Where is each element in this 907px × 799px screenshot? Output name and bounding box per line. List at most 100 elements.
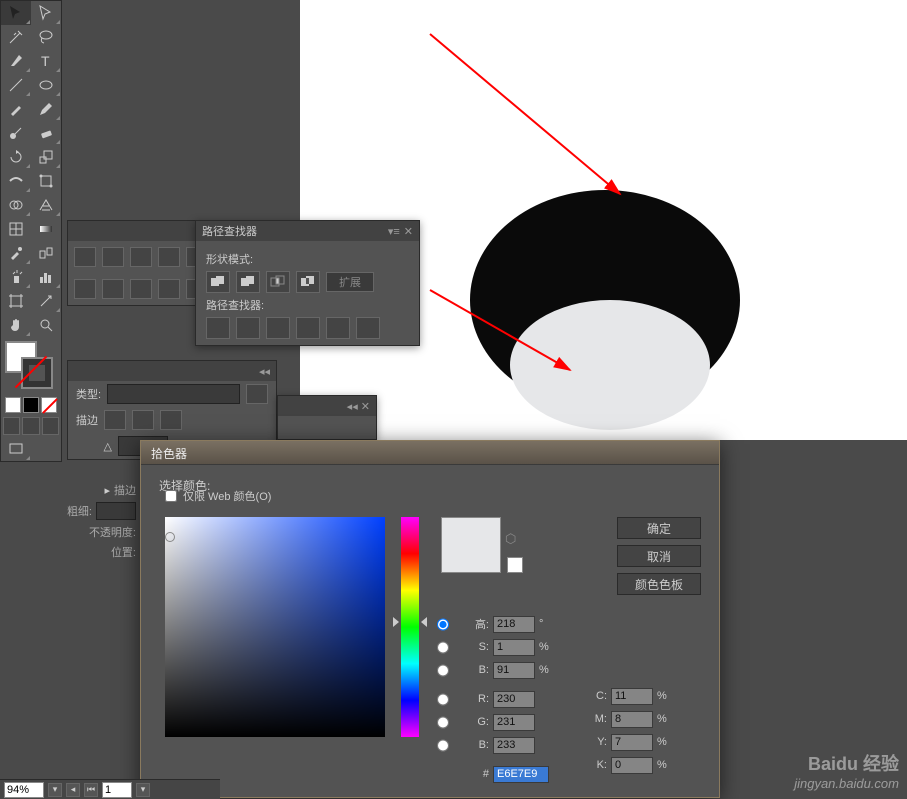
swatches-button[interactable]: 颜色色板 [617,573,701,595]
distribute-4[interactable] [158,279,180,299]
free-transform-tool[interactable] [31,169,61,193]
zoom-input[interactable] [4,782,44,798]
blend-tool[interactable] [31,241,61,265]
page-input[interactable] [102,782,132,798]
align-top[interactable] [158,247,180,267]
color-field[interactable] [165,517,385,737]
draw-normal[interactable] [3,417,20,435]
color-marker[interactable] [165,532,175,542]
type-dropdown[interactable] [107,384,240,404]
fill-stroke-swatches[interactable] [1,337,61,395]
hand-tool[interactable] [1,313,31,337]
r-radio[interactable] [437,693,449,706]
distribute-3[interactable] [130,279,152,299]
pen-tool[interactable] [1,49,31,73]
blob-brush-tool[interactable] [1,121,31,145]
color-mode[interactable] [5,397,21,413]
selection-tool[interactable] [1,1,31,25]
web-only-checkbox[interactable] [165,490,177,502]
align-hcenter[interactable] [102,247,124,267]
divide-button[interactable] [206,317,230,339]
c-input[interactable] [611,688,653,705]
stroke-cap-3[interactable] [160,410,182,430]
direct-selection-tool[interactable] [31,1,61,25]
h-input[interactable] [493,616,535,633]
zoom-dropdown[interactable]: ▾ [48,783,62,797]
cube-icon[interactable]: ⬡ [505,531,516,547]
pencil-tool[interactable] [31,97,61,121]
page-first[interactable]: ⏮ [84,783,98,797]
type-menu[interactable] [246,384,268,404]
stroke-cap-2[interactable] [132,410,154,430]
draw-behind[interactable] [22,417,39,435]
mesh-tool[interactable] [1,217,31,241]
hue-handle-left[interactable] [393,617,399,627]
page-prev[interactable]: ◂ [66,783,80,797]
s-radio[interactable] [437,641,449,654]
hue-handle-right[interactable] [421,617,427,627]
perspective-grid-tool[interactable] [31,193,61,217]
paintbrush-tool[interactable] [1,97,31,121]
distribute-1[interactable] [74,279,96,299]
cancel-button[interactable]: 取消 [617,545,701,567]
slice-tool[interactable] [31,289,61,313]
trim-button[interactable] [236,317,260,339]
symbol-sprayer-tool[interactable] [1,265,31,289]
gradient-tool[interactable] [31,217,61,241]
s-input[interactable] [493,639,535,656]
screen-mode[interactable] [1,437,31,461]
stroke-cap-1[interactable] [104,410,126,430]
line-tool[interactable] [1,73,31,97]
k-input[interactable] [611,757,653,774]
distribute-2[interactable] [102,279,124,299]
hue-slider[interactable] [401,517,419,737]
stroke-swatch[interactable] [21,357,53,389]
b-input[interactable] [493,662,535,679]
outline-button[interactable] [326,317,350,339]
zoom-tool[interactable] [31,313,61,337]
hex-input[interactable] [493,766,549,783]
ok-button[interactable]: 确定 [617,517,701,539]
lasso-tool[interactable] [31,25,61,49]
shape-builder-tool[interactable] [1,193,31,217]
align-right[interactable] [130,247,152,267]
weight-input[interactable] [96,502,136,520]
panel-menu-icon[interactable]: ▾≡ [388,225,400,238]
column-graph-tool[interactable] [31,265,61,289]
align-left[interactable] [74,247,96,267]
g-input[interactable] [493,714,535,731]
minus-back-button[interactable] [356,317,380,339]
none-mode[interactable] [41,397,57,413]
pathfinder-tab[interactable]: 路径查找器 [202,223,257,239]
stroke-title-tri[interactable]: ▸ [104,484,110,497]
artboard-tool[interactable] [1,289,31,313]
m-input[interactable] [611,711,653,728]
scale-tool[interactable] [31,145,61,169]
intersect-button[interactable] [266,271,290,293]
crop-button[interactable] [296,317,320,339]
draw-inside[interactable] [42,417,59,435]
r-input[interactable] [493,691,535,708]
bb-input[interactable] [493,737,535,754]
exclude-button[interactable] [296,271,320,293]
h-radio[interactable] [437,618,449,631]
b-radio[interactable] [437,664,449,677]
rotate-tool[interactable] [1,145,31,169]
gradient-mode[interactable] [23,397,39,413]
merge-button[interactable] [266,317,290,339]
magic-wand-tool[interactable] [1,25,31,49]
unite-button[interactable] [206,271,230,293]
minus-front-button[interactable] [236,271,260,293]
eraser-tool[interactable] [31,121,61,145]
ellipse-tool[interactable] [31,73,61,97]
width-tool[interactable] [1,169,31,193]
expand-button[interactable]: 扩展 [326,272,374,292]
bb-radio[interactable] [437,739,449,752]
eyedropper-tool[interactable] [1,241,31,265]
panel-collapse-icon[interactable]: ◂◂ ✕ [347,400,370,413]
g-radio[interactable] [437,716,449,729]
page-dropdown[interactable]: ▾ [136,783,150,797]
type-tool[interactable]: T [31,49,61,73]
panel-close-icon[interactable]: ✕ [404,225,413,238]
y-input[interactable] [611,734,653,751]
